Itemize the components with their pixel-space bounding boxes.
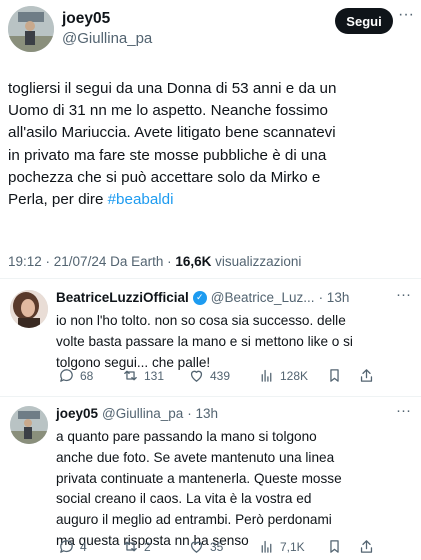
reply-author-name[interactable]: BeatriceLuzziOfficial bbox=[56, 290, 189, 305]
reply-count: 4 bbox=[80, 539, 87, 554]
repost-action[interactable]: 131 bbox=[122, 367, 164, 384]
views-action[interactable]: 7,1K bbox=[258, 538, 305, 555]
reply-more-options-icon[interactable]: ··· bbox=[396, 286, 411, 303]
reply-action[interactable]: 4 bbox=[58, 538, 87, 555]
like-action[interactable]: 439 bbox=[188, 367, 230, 384]
views-label: visualizzazioni bbox=[211, 254, 302, 269]
bookmark-action[interactable] bbox=[326, 538, 343, 555]
reply-author-handle[interactable]: @Giullina_pa bbox=[102, 406, 183, 421]
tweet-text-line-start: Perla, per dire bbox=[8, 191, 108, 209]
tweet-text: togliersi il segui da una Donna di 53 an… bbox=[8, 78, 416, 211]
reply-header: BeatriceLuzziOfficial ✓ @Beatrice_Luz...… bbox=[56, 290, 349, 305]
reply-header: joey05 @Giullina_pa · 13h bbox=[56, 406, 218, 421]
repost-count: 2 bbox=[144, 539, 151, 554]
tweet-text-line-last: Perla, per dire #beabaldi bbox=[8, 189, 416, 211]
views-action[interactable]: 128K bbox=[258, 367, 308, 384]
reply-text: a quanto pare passando la mano si tolgon… bbox=[56, 427, 342, 552]
repost-action[interactable]: 2 bbox=[122, 538, 151, 555]
reply-author-handle[interactable]: @Beatrice_Luz... bbox=[211, 290, 315, 305]
views-count: 7,1K bbox=[280, 539, 305, 554]
avatar[interactable] bbox=[8, 6, 54, 52]
analytics-icon bbox=[261, 369, 272, 382]
tweet-text-line: in privato ma fare ste mosse pubbliche è… bbox=[8, 146, 327, 164]
tweet-meta: 19:12 · 21/07/24 Da Earth · 16,6K visual… bbox=[8, 254, 301, 269]
reply-action[interactable]: 68 bbox=[58, 367, 93, 384]
reply-text-line: privata continuate a mantenerla. Queste … bbox=[56, 470, 342, 486]
verified-badge-icon: ✓ bbox=[192, 290, 207, 305]
reply-time[interactable]: · 13h bbox=[319, 290, 350, 305]
bookmark-action[interactable] bbox=[326, 367, 343, 384]
reply-count: 68 bbox=[80, 368, 94, 383]
tweet-text-line: all'asilo Mariuccia. Avete litigato bene… bbox=[8, 124, 336, 142]
reply-avatar[interactable] bbox=[10, 290, 48, 328]
share-action[interactable] bbox=[358, 367, 375, 384]
author-name[interactable]: joey05 bbox=[62, 10, 110, 28]
reply-text-line: a quanto pare passando la mano si tolgon… bbox=[56, 429, 317, 444]
repost-icon bbox=[124, 370, 137, 381]
more-options-icon[interactable]: ··· bbox=[398, 6, 414, 24]
heart-icon bbox=[190, 370, 203, 382]
comment-icon bbox=[60, 540, 73, 553]
divider bbox=[0, 278, 421, 279]
bookmark-icon bbox=[330, 540, 339, 553]
like-action[interactable]: 35 bbox=[188, 538, 223, 555]
reply-time[interactable]: · 13h bbox=[187, 406, 218, 421]
reply-actions: 68 131 439 128K bbox=[0, 367, 421, 387]
timestamp[interactable]: 19:12 · 21/07/24 Da Earth · bbox=[8, 254, 175, 269]
reply-text-line: social creano il caos. La vita è la vost… bbox=[56, 491, 312, 507]
share-icon bbox=[360, 369, 373, 382]
reply-text-line: anche due foto. Se avete mantenuto una l… bbox=[56, 449, 335, 465]
like-count: 35 bbox=[210, 539, 224, 554]
tweet-text-line: Uomo di 31 nn me lo aspetto. Neanche fos… bbox=[8, 102, 328, 120]
reply-actions: 4 2 35 7,1K bbox=[0, 538, 421, 558]
tweet-text-line: togliersi il segui da una Donna di 53 an… bbox=[8, 80, 337, 97]
reply-avatar[interactable] bbox=[10, 406, 48, 444]
views-count: 128K bbox=[280, 368, 309, 383]
heart-icon bbox=[190, 541, 203, 553]
reply-text-line: io non l'ho tolto. non so cosa sia succe… bbox=[56, 313, 346, 328]
tweet-text-line: pochezza che si può accettare solo da Mi… bbox=[8, 168, 321, 186]
bookmark-icon bbox=[330, 369, 339, 382]
like-count: 439 bbox=[210, 368, 231, 383]
reply-text: io non l'ho tolto. non so cosa sia succe… bbox=[56, 311, 353, 373]
author-handle[interactable]: @Giullina_pa bbox=[62, 30, 152, 47]
repost-icon bbox=[124, 541, 137, 552]
analytics-icon bbox=[261, 540, 272, 553]
divider bbox=[0, 396, 421, 397]
reply-text-line: volte basta passare la mano e si mettono… bbox=[56, 333, 353, 349]
hashtag-link[interactable]: #beabaldi bbox=[108, 191, 174, 208]
reply-text-line: auguro il meglio ad entrambi. Però perdo… bbox=[56, 512, 332, 528]
share-icon bbox=[360, 540, 373, 553]
follow-button[interactable]: Segui bbox=[335, 8, 393, 34]
views-count: 16,6K bbox=[175, 254, 212, 269]
reply-author-name[interactable]: joey05 bbox=[56, 406, 98, 421]
comment-icon bbox=[60, 369, 73, 382]
share-action[interactable] bbox=[358, 538, 375, 555]
reply-more-options-icon[interactable]: ··· bbox=[396, 402, 411, 419]
repost-count: 131 bbox=[144, 368, 165, 383]
